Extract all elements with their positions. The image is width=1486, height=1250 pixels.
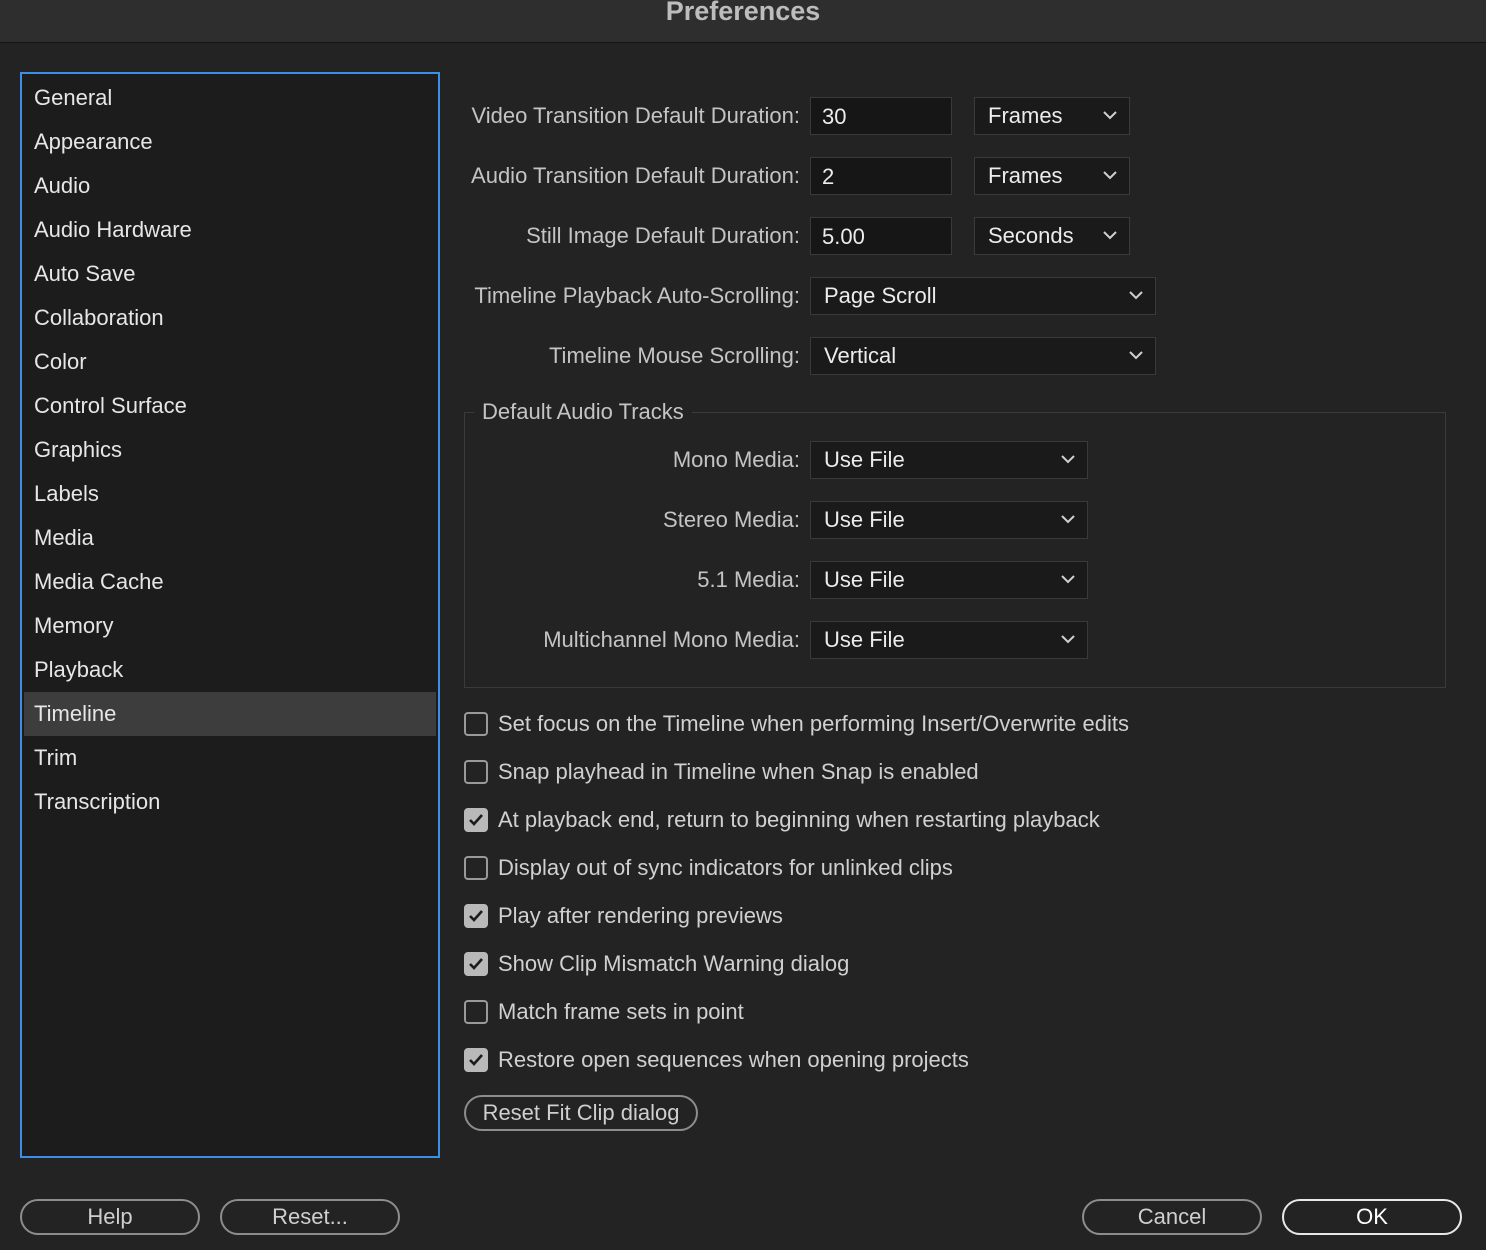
title-bar: Preferences [0, 0, 1486, 43]
sidebar-item-transcription[interactable]: Transcription [24, 780, 436, 824]
auto-scrolling-label: Timeline Playback Auto-Scrolling: [474, 283, 800, 308]
checkbox-checked[interactable] [464, 952, 488, 976]
checkbox-label: Restore open sequences when opening proj… [498, 1047, 969, 1072]
checkbox-match-frame[interactable]: Match frame sets in point [464, 997, 744, 1027]
chevron-down-icon [1103, 171, 1117, 180]
chevron-down-icon [1061, 635, 1075, 644]
checkmark-icon [469, 910, 483, 922]
checkmark-icon [469, 1054, 483, 1066]
sidebar-item-control-surface[interactable]: Control Surface [24, 384, 436, 428]
still-image-input[interactable]: 5.00 [810, 217, 952, 255]
checkbox-clip-mismatch[interactable]: Show Clip Mismatch Warning dialog [464, 949, 849, 979]
sidebar-item-color[interactable]: Color [24, 340, 436, 384]
still-image-unit-select[interactable]: Seconds [974, 217, 1130, 255]
multichannel-media-select[interactable]: Use File [810, 621, 1088, 659]
checkbox-return-to-beginning[interactable]: At playback end, return to beginning whe… [464, 805, 1100, 835]
mono-media-select[interactable]: Use File [810, 441, 1088, 479]
checkbox-checked[interactable] [464, 1048, 488, 1072]
chevron-down-icon [1129, 291, 1143, 300]
checkbox-unchecked[interactable] [464, 760, 488, 784]
auto-scrolling-value: Page Scroll [824, 283, 937, 308]
checkbox-label: Set focus on the Timeline when performin… [498, 711, 1129, 736]
sidebar-item-graphics[interactable]: Graphics [24, 428, 436, 472]
surround-media-label: 5.1 Media: [697, 567, 800, 592]
checkbox-unchecked[interactable] [464, 1000, 488, 1024]
surround-media-value: Use File [824, 567, 905, 592]
sidebar-item-playback[interactable]: Playback [24, 648, 436, 692]
chevron-down-icon [1103, 231, 1117, 240]
sidebar-item-memory[interactable]: Memory [24, 604, 436, 648]
chevron-down-icon [1061, 515, 1075, 524]
sidebar-item-collaboration[interactable]: Collaboration [24, 296, 436, 340]
default-audio-tracks-title: Default Audio Tracks [474, 394, 692, 430]
chevron-down-icon [1061, 575, 1075, 584]
checkbox-out-of-sync[interactable]: Display out of sync indicators for unlin… [464, 853, 953, 883]
cancel-button[interactable]: Cancel [1082, 1199, 1262, 1235]
help-button[interactable]: Help [20, 1199, 200, 1235]
sidebar-item-auto-save[interactable]: Auto Save [24, 252, 436, 296]
checkbox-restore-sequences[interactable]: Restore open sequences when opening proj… [464, 1045, 969, 1075]
category-list[interactable]: General Appearance Audio Audio Hardware … [20, 72, 440, 1158]
mouse-scrolling-select[interactable]: Vertical [810, 337, 1156, 375]
chevron-down-icon [1129, 351, 1143, 360]
video-transition-unit-value: Frames [988, 103, 1063, 128]
mono-media-label: Mono Media: [672, 447, 800, 472]
sidebar-item-trim[interactable]: Trim [24, 736, 436, 780]
chevron-down-icon [1061, 455, 1075, 464]
checkbox-set-focus[interactable]: Set focus on the Timeline when performin… [464, 709, 1129, 739]
checkbox-checked[interactable] [464, 808, 488, 832]
video-transition-unit-select[interactable]: Frames [974, 97, 1130, 135]
sidebar-item-media[interactable]: Media [24, 516, 436, 560]
sidebar-item-timeline[interactable]: Timeline [24, 692, 436, 736]
multichannel-media-value: Use File [824, 627, 905, 652]
mouse-scrolling-label: Timeline Mouse Scrolling: [548, 343, 800, 368]
checkbox-snap-playhead[interactable]: Snap playhead in Timeline when Snap is e… [464, 757, 979, 787]
sidebar-item-audio[interactable]: Audio [24, 164, 436, 208]
checkbox-label: Play after rendering previews [498, 903, 783, 928]
auto-scrolling-select[interactable]: Page Scroll [810, 277, 1156, 315]
still-image-unit-value: Seconds [988, 223, 1074, 248]
mouse-scrolling-value: Vertical [824, 343, 897, 368]
audio-transition-label: Audio Transition Default Duration: [471, 163, 800, 188]
audio-transition-input[interactable]: 2 [810, 157, 952, 195]
checkbox-play-after-rendering[interactable]: Play after rendering previews [464, 901, 783, 931]
audio-transition-unit-value: Frames [988, 163, 1063, 188]
stereo-media-select[interactable]: Use File [810, 501, 1088, 539]
sidebar-item-media-cache[interactable]: Media Cache [24, 560, 436, 604]
video-transition-label: Video Transition Default Duration: [471, 103, 800, 128]
multichannel-media-label: Multichannel Mono Media: [543, 627, 800, 652]
checkbox-label: Match frame sets in point [498, 999, 744, 1024]
checkbox-unchecked[interactable] [464, 712, 488, 736]
checkbox-label: Show Clip Mismatch Warning dialog [498, 951, 850, 976]
checkmark-icon [469, 958, 483, 970]
checkbox-checked[interactable] [464, 904, 488, 928]
sidebar-item-general[interactable]: General [24, 76, 436, 120]
audio-transition-unit-select[interactable]: Frames [974, 157, 1130, 195]
reset-fit-clip-button[interactable]: Reset Fit Clip dialog [464, 1095, 698, 1131]
sidebar-item-appearance[interactable]: Appearance [24, 120, 436, 164]
checkbox-label: Display out of sync indicators for unlin… [498, 855, 953, 880]
still-image-label: Still Image Default Duration: [526, 223, 800, 248]
ok-button[interactable]: OK [1282, 1199, 1462, 1235]
stereo-media-value: Use File [824, 507, 905, 532]
checkbox-unchecked[interactable] [464, 856, 488, 880]
mono-media-value: Use File [824, 447, 905, 472]
checkbox-label: Snap playhead in Timeline when Snap is e… [498, 759, 979, 784]
window-title: Preferences [665, 0, 821, 26]
stereo-media-label: Stereo Media: [663, 507, 800, 532]
sidebar-item-audio-hardware[interactable]: Audio Hardware [24, 208, 436, 252]
chevron-down-icon [1103, 111, 1117, 120]
checkmark-icon [469, 814, 483, 826]
surround-media-select[interactable]: Use File [810, 561, 1088, 599]
reset-button[interactable]: Reset... [220, 1199, 400, 1235]
video-transition-input[interactable]: 30 [810, 97, 952, 135]
sidebar-item-labels[interactable]: Labels [24, 472, 436, 516]
checkbox-label: At playback end, return to beginning whe… [498, 807, 1100, 832]
